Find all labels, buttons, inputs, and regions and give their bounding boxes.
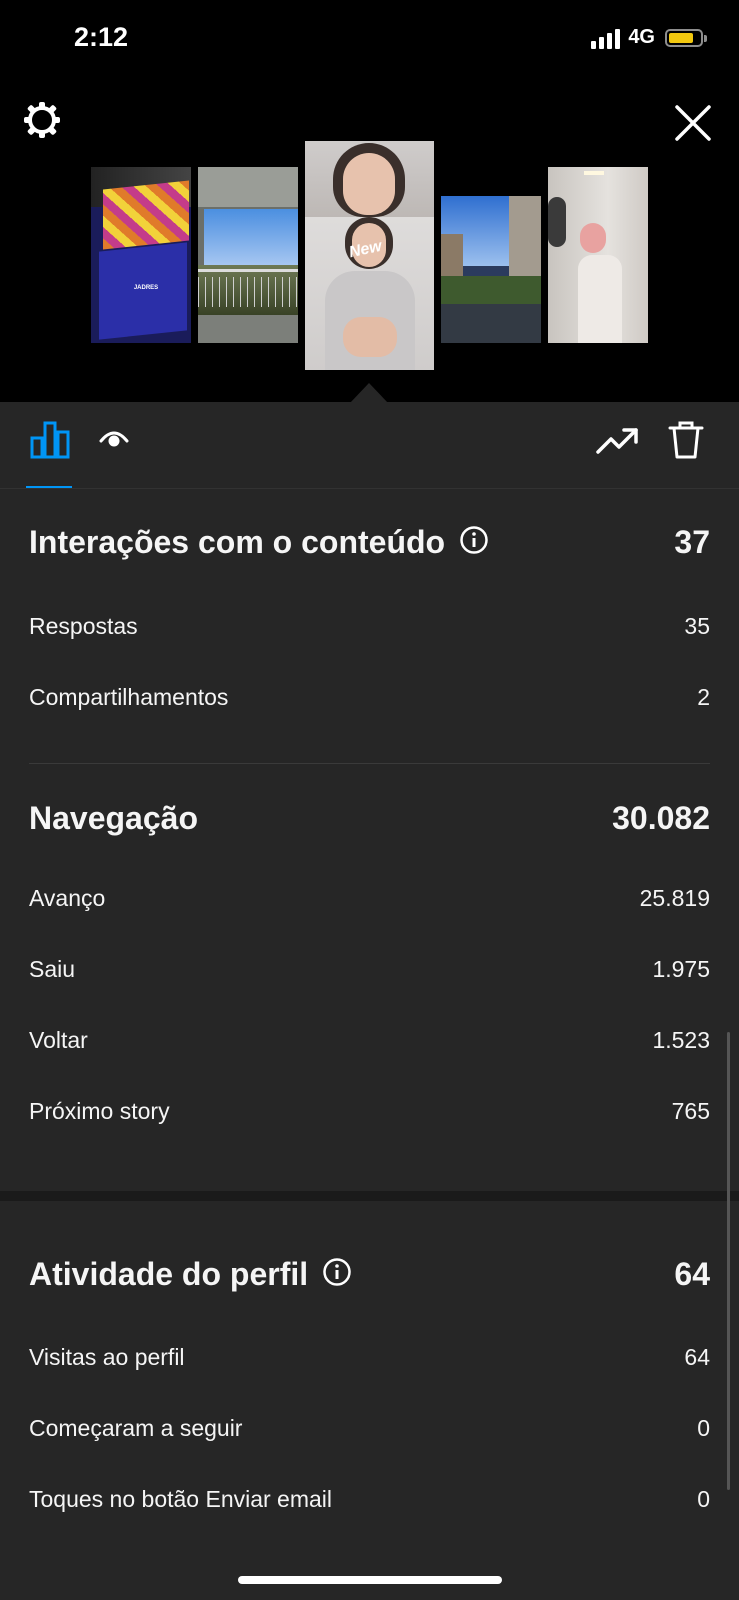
metric-label: Compartilhamentos: [29, 684, 229, 710]
metric-row: Compartilhamentos 2: [29, 684, 710, 711]
metric-row: Respostas 35: [29, 613, 710, 640]
story-thumbnail[interactable]: [198, 167, 298, 343]
close-icon[interactable]: [674, 104, 712, 147]
interactions-header: Interações com o conteúdo 37: [29, 524, 710, 561]
info-icon[interactable]: [322, 1257, 352, 1292]
bar-chart-icon[interactable]: [29, 420, 71, 465]
section-divider: [29, 763, 710, 764]
signal-icon: [591, 27, 621, 49]
metric-row: Voltar 1.523: [29, 1027, 710, 1054]
story-thumbnail[interactable]: [548, 167, 648, 343]
metric-label: Visitas ao perfil: [29, 1344, 185, 1370]
metric-value: 0: [697, 1415, 710, 1441]
metric-value: 2: [697, 684, 710, 710]
metric-label: Avanço: [29, 885, 106, 911]
metric-value: 1.975: [652, 956, 710, 982]
selected-pointer: [350, 383, 388, 403]
metric-value: 25.819: [639, 885, 710, 911]
story-caption: JADRES: [133, 285, 159, 291]
section-separator: [0, 1191, 739, 1201]
metric-label: Respostas: [29, 613, 138, 639]
metric-label: Toques no botão Enviar email: [29, 1486, 333, 1512]
story-thumbnail-selected[interactable]: New: [305, 141, 434, 370]
interactions-total: 37: [674, 524, 710, 560]
metric-label: Voltar: [29, 1027, 88, 1053]
metric-value: 765: [671, 1098, 710, 1124]
gear-icon[interactable]: [22, 100, 62, 145]
network-type: 4G: [628, 26, 655, 48]
metric-row: Saiu 1.975: [29, 956, 710, 983]
status-time: 2:12: [74, 22, 129, 52]
trending-up-icon[interactable]: [596, 426, 640, 461]
story-thumbnail[interactable]: JADRES: [91, 167, 191, 343]
navigation-total: 30.082: [612, 800, 710, 836]
metric-row: Próximo story 765: [29, 1098, 710, 1125]
insights-tab-bar: [0, 402, 739, 489]
navigation-header: Navegação 30.082: [29, 800, 710, 837]
metric-value: 1.523: [652, 1027, 710, 1053]
home-indicator[interactable]: [238, 1576, 502, 1584]
navigation-title: Navegação: [29, 800, 198, 836]
trash-icon[interactable]: [668, 420, 704, 465]
metric-row: Visitas ao perfil 64: [29, 1344, 710, 1371]
profile-activity-header: Atividade do perfil 64: [29, 1256, 710, 1293]
metric-row: Toques no botão Enviar email 0: [29, 1486, 710, 1513]
active-tab-indicator: [26, 486, 72, 488]
metric-row: Avanço 25.819: [29, 885, 710, 912]
metric-row: Começaram a seguir 0: [29, 1415, 710, 1442]
story-preview-header: 2:12 4G JADRES New: [0, 0, 739, 403]
interactions-title: Interações com o conteúdo: [29, 524, 446, 560]
scrollbar[interactable]: [727, 1032, 730, 1490]
battery-icon: [665, 28, 707, 47]
metric-value: 64: [684, 1344, 710, 1370]
metric-value: 35: [684, 613, 710, 639]
status-bar-right: 4G: [591, 26, 707, 49]
metric-value: 0: [697, 1486, 710, 1512]
profile-activity-title: Atividade do perfil: [29, 1256, 309, 1292]
metric-label: Saiu: [29, 956, 76, 982]
story-thumbnail[interactable]: [441, 196, 541, 343]
info-icon[interactable]: [459, 525, 489, 560]
metric-label: Começaram a seguir: [29, 1415, 243, 1441]
metric-label: Próximo story: [29, 1098, 170, 1124]
eye-icon[interactable]: [99, 428, 129, 455]
profile-activity-total: 64: [674, 1256, 710, 1292]
